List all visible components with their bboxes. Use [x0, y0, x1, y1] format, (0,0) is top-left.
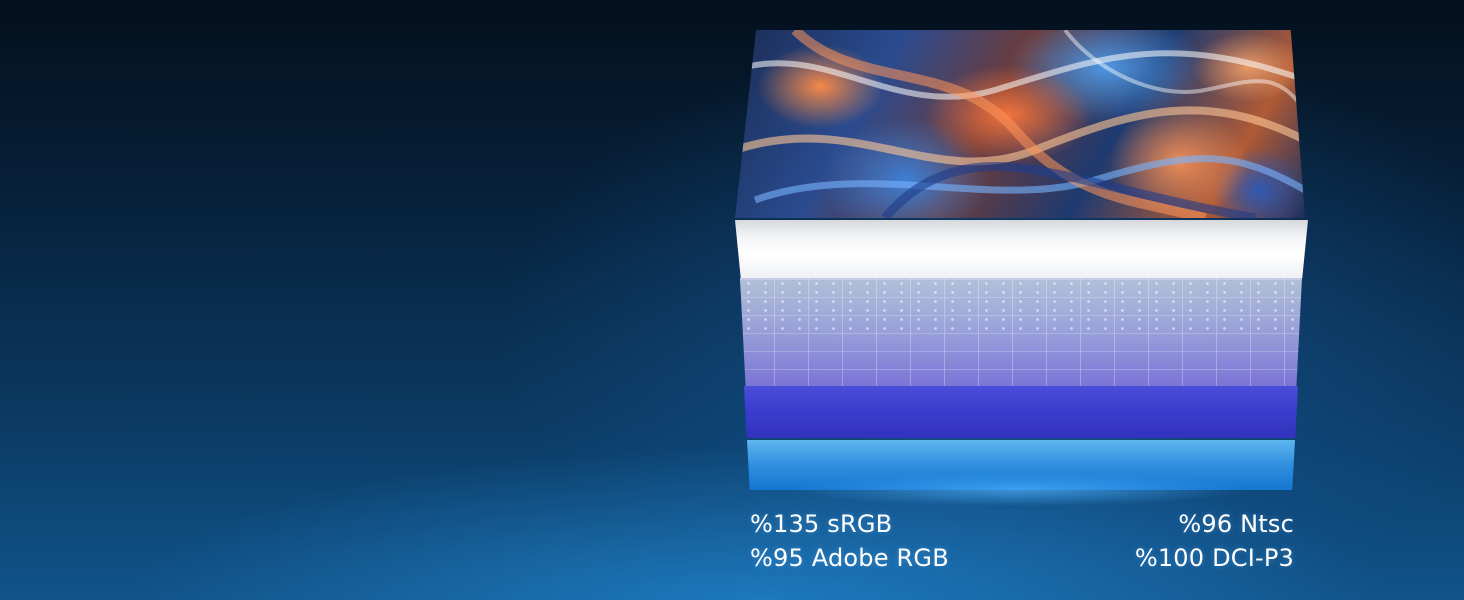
product-hero: %135 sRGB %95 Adobe RGB %96 Ntsc %100 DC…	[0, 0, 1464, 600]
spec-srgb: %135 sRGB	[750, 510, 893, 538]
led-dots	[740, 279, 1302, 334]
spec-ntsc: %96 Ntsc	[1178, 510, 1294, 538]
display-layer-stack	[700, 0, 1340, 510]
display-panel-image	[735, 30, 1305, 218]
mini-led-grid-layer	[740, 278, 1302, 387]
color-gamut-specs: %135 sRGB %95 Adobe RGB %96 Ntsc %100 DC…	[750, 508, 1294, 580]
specs-left-column: %135 sRGB %95 Adobe RGB	[750, 508, 949, 574]
abstract-artwork	[735, 30, 1305, 218]
specs-right-column: %96 Ntsc %100 DCI-P3	[1135, 508, 1294, 574]
diffuser-layer	[735, 220, 1308, 278]
spec-dci-p3: %100 DCI-P3	[1134, 544, 1294, 572]
spec-adobe-rgb: %95 Adobe RGB	[750, 544, 949, 572]
backlight-glow	[740, 470, 1300, 510]
quantum-dot-layer	[744, 386, 1298, 438]
